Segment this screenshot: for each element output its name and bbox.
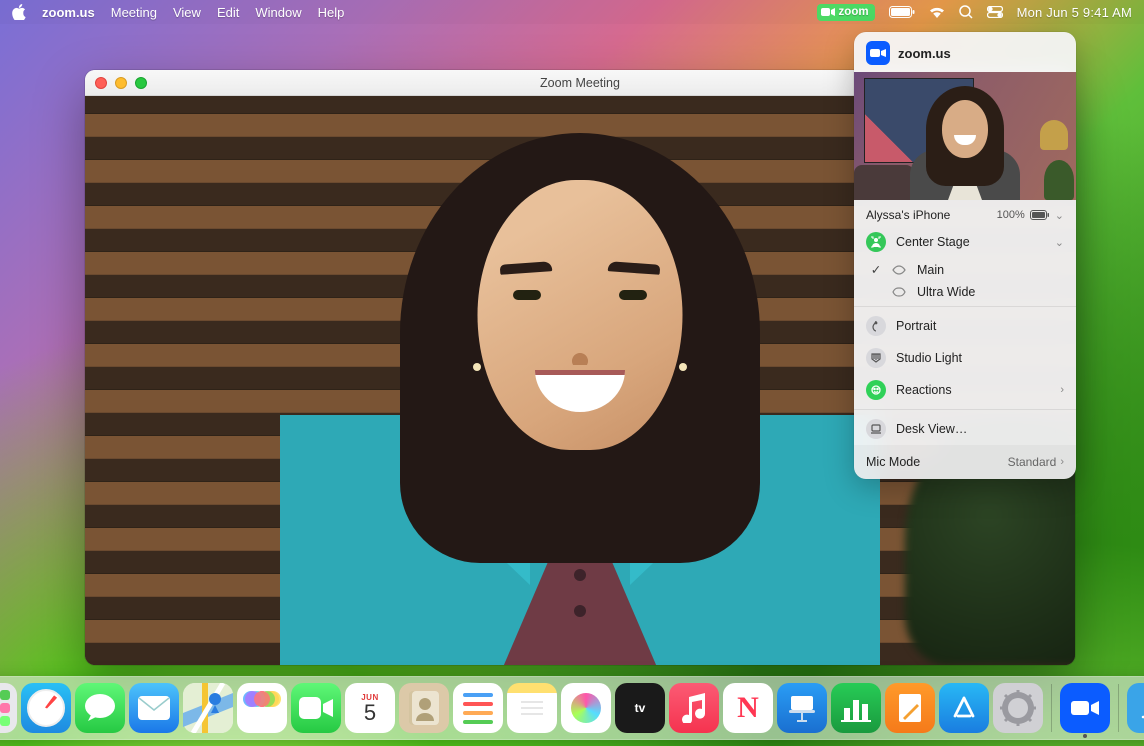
desk-view-label: Desk View… xyxy=(896,422,1064,436)
app-menu[interactable]: zoom.us xyxy=(42,5,95,20)
zoom-app-icon xyxy=(866,41,890,65)
dock-music[interactable] xyxy=(669,683,719,733)
lens-main-row[interactable]: ✓ Main xyxy=(854,258,1076,281)
lens-ultrawide-row[interactable]: Ultra Wide xyxy=(854,281,1076,303)
chevron-right-icon: › xyxy=(1060,384,1064,396)
dock-contacts[interactable] xyxy=(399,683,449,733)
dock-mail[interactable] xyxy=(129,683,179,733)
tv-label: tv xyxy=(635,701,646,715)
window-zoom-button[interactable] xyxy=(135,77,147,89)
wifi-status-icon[interactable] xyxy=(929,6,945,18)
dock-reminders[interactable] xyxy=(453,683,503,733)
mic-mode-row[interactable]: Mic Mode Standard › xyxy=(854,445,1076,479)
menu-view[interactable]: View xyxy=(173,5,201,20)
battery-status-icon[interactable] xyxy=(889,6,915,18)
dock-maps[interactable] xyxy=(183,683,233,733)
dock-keynote[interactable] xyxy=(777,683,827,733)
dock-calendar[interactable]: JUN 5 xyxy=(345,683,395,733)
menu-help[interactable]: Help xyxy=(318,5,345,20)
device-row[interactable]: Alyssa's iPhone 100% ⌄ xyxy=(854,200,1076,226)
dock-safari[interactable] xyxy=(21,683,71,733)
dock: JUN 5 tv N xyxy=(0,676,1144,740)
dock-appstore[interactable] xyxy=(939,683,989,733)
window-close-button[interactable] xyxy=(95,77,107,89)
reactions-label: Reactions xyxy=(896,383,1050,397)
dock-facetime[interactable] xyxy=(291,683,341,733)
chevron-right-icon: › xyxy=(1060,456,1064,468)
dock-separator xyxy=(1118,684,1119,732)
dock-downloads[interactable] xyxy=(1127,683,1144,733)
camera-control-panel: zoom.us Alyssa's iPhone 100% ⌄ Center St… xyxy=(854,32,1076,479)
status-camera-pill[interactable]: zoom xyxy=(817,4,875,21)
control-center-icon[interactable] xyxy=(987,6,1003,18)
apple-menu-icon[interactable] xyxy=(12,4,26,20)
battery-icon xyxy=(1030,210,1050,220)
studio-light-label: Studio Light xyxy=(896,351,1064,365)
reactions-icon xyxy=(866,380,886,400)
menubar: zoom.us Meeting View Edit Window Help zo… xyxy=(0,0,1144,24)
dock-numbers[interactable] xyxy=(831,683,881,733)
menubar-clock[interactable]: Mon Jun 5 9:41 AM xyxy=(1017,5,1132,20)
chevron-down-icon: ⌄ xyxy=(1055,209,1064,222)
reactions-row[interactable]: Reactions › xyxy=(854,374,1076,406)
lens-main-label: Main xyxy=(917,263,944,277)
portrait-row[interactable]: Portrait xyxy=(854,310,1076,342)
camera-preview xyxy=(854,72,1076,200)
menu-edit[interactable]: Edit xyxy=(217,5,239,20)
lens-icon xyxy=(892,287,907,297)
studio-light-row[interactable]: Studio Light xyxy=(854,342,1076,374)
dock-separator xyxy=(1051,684,1052,732)
portrait-label: Portrait xyxy=(896,319,1064,333)
dock-notes[interactable] xyxy=(507,683,557,733)
spotlight-search-icon[interactable] xyxy=(959,5,973,19)
center-stage-icon xyxy=(866,232,886,252)
dock-freeform[interactable] xyxy=(561,683,611,733)
dock-photos[interactable] xyxy=(237,683,287,733)
panel-app-name: zoom.us xyxy=(898,46,951,61)
panel-header: zoom.us xyxy=(854,32,1076,72)
mic-mode-value: Standard xyxy=(1008,455,1057,469)
dock-pages[interactable] xyxy=(885,683,935,733)
dock-launchpad[interactable] xyxy=(0,683,17,733)
studio-light-icon xyxy=(866,348,886,368)
dock-tv[interactable]: tv xyxy=(615,683,665,733)
menu-meeting[interactable]: Meeting xyxy=(111,5,157,20)
desk-view-icon xyxy=(866,419,886,439)
portrait-icon xyxy=(866,316,886,336)
dock-messages[interactable] xyxy=(75,683,125,733)
center-stage-row[interactable]: Center Stage ⌄ xyxy=(854,226,1076,258)
lens-ultrawide-label: Ultra Wide xyxy=(917,285,975,299)
center-stage-label: Center Stage xyxy=(896,235,1045,249)
checkmark-icon: ✓ xyxy=(870,262,882,277)
lens-icon xyxy=(892,265,907,275)
dock-news[interactable]: N xyxy=(723,683,773,733)
window-minimize-button[interactable] xyxy=(115,77,127,89)
chevron-down-icon: ⌄ xyxy=(1055,236,1064,249)
calendar-day: 5 xyxy=(364,702,376,724)
main-participant-video xyxy=(315,105,845,665)
mic-mode-label: Mic Mode xyxy=(866,455,920,469)
dock-zoom[interactable] xyxy=(1060,683,1110,733)
menu-window[interactable]: Window xyxy=(255,5,301,20)
desk-view-row[interactable]: Desk View… xyxy=(854,413,1076,445)
device-name: Alyssa's iPhone xyxy=(866,208,950,222)
dock-settings[interactable] xyxy=(993,683,1043,733)
device-battery-percent: 100% xyxy=(997,209,1025,221)
preview-participant xyxy=(905,80,1025,200)
status-camera-label: zoom xyxy=(839,6,869,18)
